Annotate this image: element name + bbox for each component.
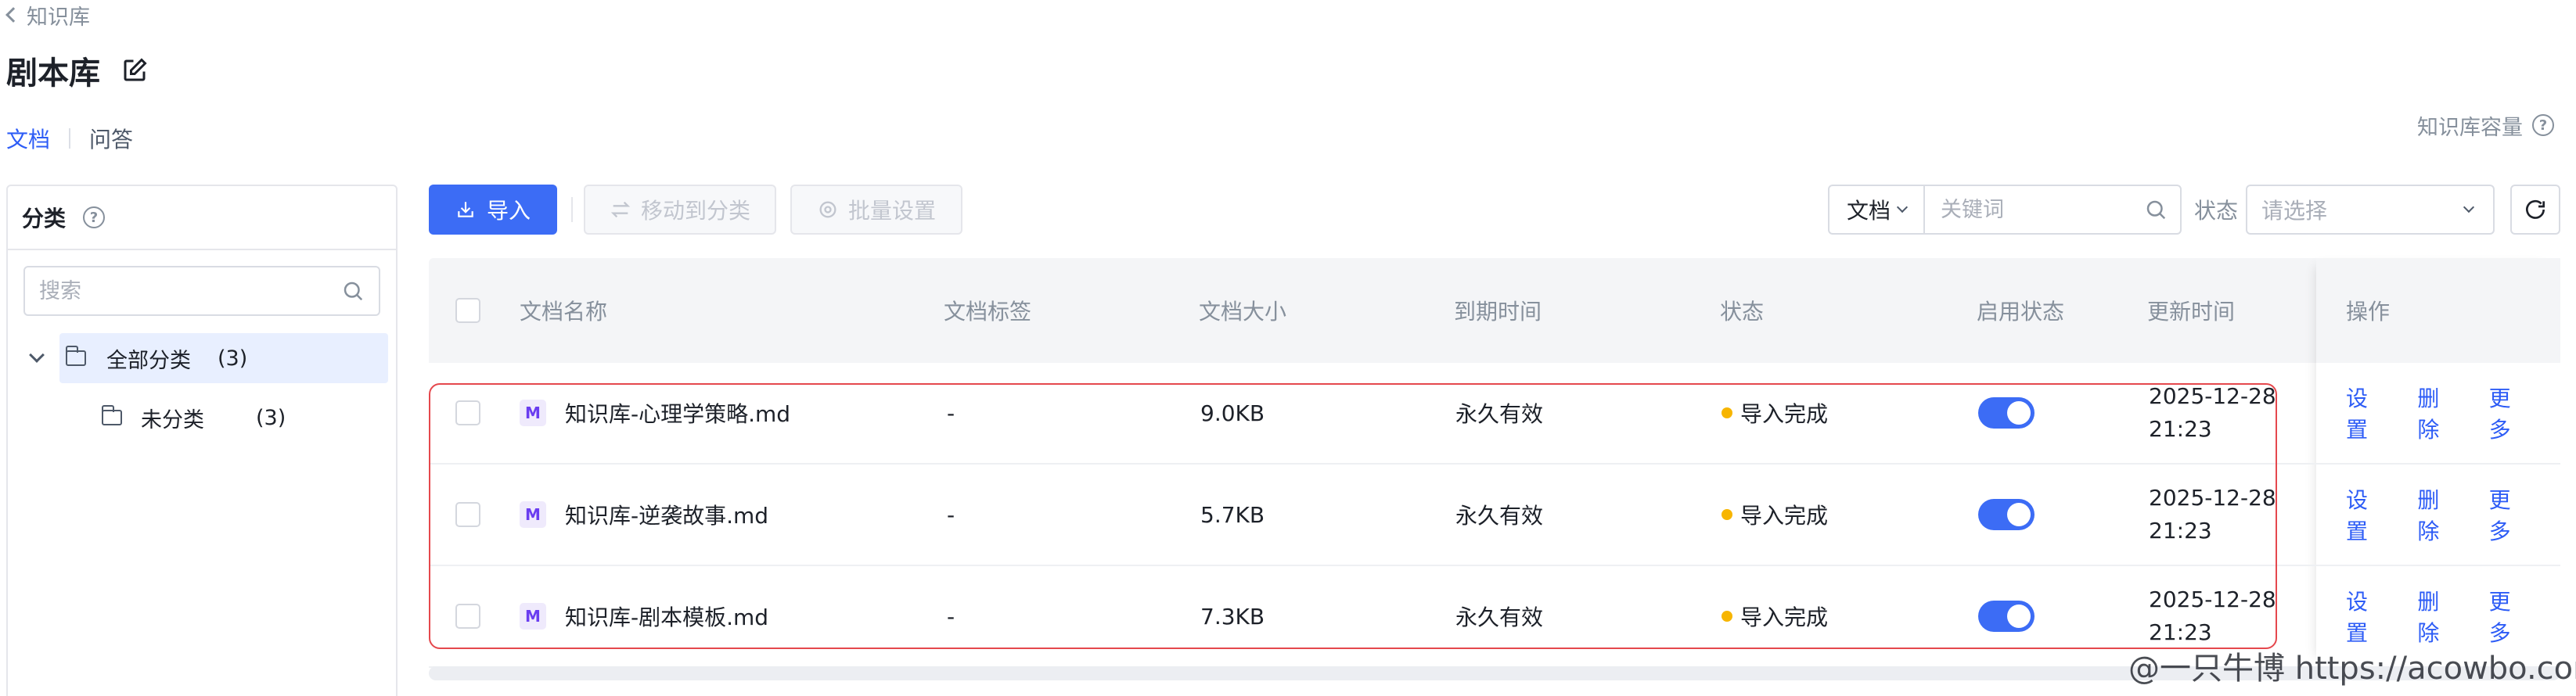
chevron-down-icon [2463,201,2475,213]
category-title: 分类 [22,206,67,231]
tree-item-uncategorized-label: 未分类 [141,407,204,432]
folder-icon [65,346,86,366]
column-header-status[interactable]: 状态 [1720,258,1764,363]
tab-bar: 文档 问答 [6,122,133,155]
status-filter-placeholder: 请选择 [2261,198,2328,224]
tree-item-uncategorized[interactable]: 未分类 (3) [101,393,286,443]
column-header-tags[interactable]: 文档标签 [944,258,1031,363]
back-link-label: 知识库 [27,5,90,30]
category-search [23,266,380,316]
column-header-enabled[interactable]: 启用状态 [1977,258,2064,363]
more-link[interactable]: 更多 [2489,483,2527,546]
chevron-down-icon[interactable] [29,347,45,363]
column-header-updated[interactable]: 更新时间 [2147,258,2235,363]
search-icon[interactable] [341,279,365,303]
more-link[interactable]: 更多 [2489,382,2527,444]
more-link[interactable]: 更多 [2489,585,2527,648]
delete-link[interactable]: 删除 [2417,483,2455,546]
capacity-info[interactable]: 知识库容量 ? [2417,109,2554,141]
select-all-checkbox[interactable] [455,298,480,323]
edit-icon[interactable] [121,56,149,84]
select-all-cell [455,258,480,363]
watermark-text: @一只牛博 https://acowbo.com [2128,651,2576,687]
keyword-input[interactable] [1941,197,2136,222]
column-header-actions: 操作 [2318,258,2560,363]
column-header-name[interactable]: 文档名称 [520,258,607,363]
settings-link[interactable]: 设置 [2346,382,2384,444]
column-header-expire[interactable]: 到期时间 [1454,258,1542,363]
help-icon[interactable]: ? [2532,114,2554,136]
status-filter-label: 状态 [2194,198,2239,224]
import-icon [458,202,473,217]
settings-link[interactable]: 设置 [2346,585,2384,648]
page-title: 剧本库 [6,56,100,91]
settings-link[interactable]: 设置 [2346,483,2384,546]
search-icon[interactable] [2144,198,2168,221]
refresh-icon [2526,199,2545,219]
tab-qa[interactable]: 问答 [89,123,133,154]
category-search-input[interactable] [39,278,321,303]
refresh-button[interactable] [2510,185,2560,235]
tree-item-all-count: (3) [218,346,248,371]
tree-item-all-label: 全部分类 [106,348,191,373]
back-link[interactable]: 知识库 [0,0,90,30]
table-header: 文档名称 文档标签 文档大小 到期时间 状态 启用状态 更新时间 [429,258,2560,363]
tree-item-all[interactable]: 全部分类 (3) [25,333,388,383]
gear-icon [819,201,836,218]
keyword-search [1923,185,2182,235]
category-help-icon[interactable]: ? [83,206,106,228]
capacity-label: 知识库容量 [2417,115,2523,140]
move-to-category-button[interactable]: 移动到分类 [584,185,776,235]
search-type-value: 文档 [1846,198,1891,224]
tab-documents[interactable]: 文档 [6,123,50,154]
highlight-annotation-box [429,383,2277,649]
category-panel-header: 分类 ? [8,186,396,250]
move-to-category-label: 移动到分类 [640,198,750,224]
delete-link[interactable]: 删除 [2417,382,2455,444]
folder-icon [101,405,122,425]
toolbar-divider [571,197,573,222]
delete-link[interactable]: 删除 [2417,585,2455,648]
tree-item-uncategorized-count: (3) [256,405,286,430]
column-header-size[interactable]: 文档大小 [1199,258,1286,363]
swap-icon [610,201,631,218]
row-actions: 设置 删除 更多 [2346,363,2560,463]
batch-settings-button[interactable]: 批量设置 [790,185,962,235]
chevron-down-icon [1896,201,1909,213]
batch-settings-label: 批量设置 [847,198,936,224]
search-type-select[interactable]: 文档 [1828,185,1925,235]
status-filter-select[interactable]: 请选择 [2246,185,2495,235]
page-title-row: 剧本库 [6,48,149,92]
import-button-label: 导入 [486,198,531,224]
tab-divider [69,128,71,149]
chevron-left-icon [5,7,21,23]
import-button[interactable]: 导入 [429,185,557,235]
row-actions: 设置 删除 更多 [2346,465,2560,565]
